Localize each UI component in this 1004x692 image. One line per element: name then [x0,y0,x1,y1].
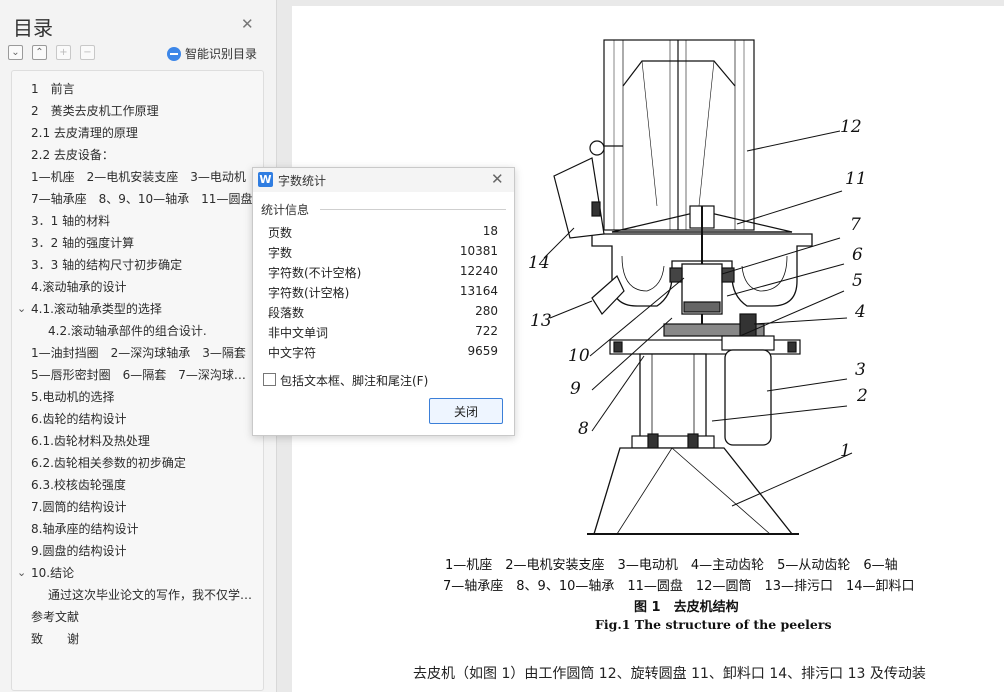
stat-value: 12240 [459,264,498,278]
chevron-down-icon[interactable]: ⌄ [17,562,26,584]
stat-row: 字数 10381 [268,244,498,264]
close-button[interactable]: 关闭 [429,398,503,424]
stat-value: 722 [475,324,498,338]
toc-item[interactable]: 6.2.齿轮相关参数的初步确定 [31,452,256,474]
part-number-6: 6 [852,245,863,265]
toc-item[interactable]: 参考文献 [31,606,256,628]
body-paragraph: 去皮机（如图 1）由工作圆筒 12、旋转圆盘 11、卸料口 14、排污口 13 … [413,666,926,682]
smart-toc-icon [167,46,181,61]
stat-row: 非中文单词 722 [268,324,498,344]
toc-item-label: 4.1.滚动轴承类型的选择 [31,302,162,316]
part-number-11: 11 [845,169,867,189]
toc-item[interactable]: 2 蒉类去皮机工作原理 [31,100,256,122]
stat-value: 10381 [459,244,498,258]
figure-caption-cn: 图 1 去皮机结构 [634,600,739,615]
smart-toc-label: 智能识别目录 [185,47,258,61]
toc-item[interactable]: 6.3.校核齿轮强度 [31,474,256,496]
toc-item[interactable]: 1 前言 [31,78,256,100]
part-number-2: 2 [856,386,868,406]
drawing-cylinder [603,39,755,231]
include-textboxes-checkbox[interactable] [263,373,276,386]
part-number-8: 8 [578,419,589,439]
part-number-3: 3 [855,360,866,380]
toc-item[interactable]: 4.滚动轴承的设计 [31,276,256,298]
stat-value: 280 [475,304,498,318]
close-icon[interactable]: ✕ [241,15,254,33]
expand-all-icon[interactable]: ⌃ [32,45,47,60]
toc-item[interactable]: 2.2 去皮设备： [31,144,256,166]
stat-label: 字符数(计空格) [268,286,350,300]
toc-item[interactable]: 3．1 轴的材料 [31,210,256,232]
toc-item-label: 10.结论 [31,566,75,580]
add-icon[interactable]: + [56,45,71,60]
toc-item[interactable]: 通过这次毕业论文的写作，我不仅学到了很多 [48,584,256,606]
toc-item[interactable]: ⌄ 10.结论 [17,562,256,584]
stat-value: 9659 [467,344,498,358]
toc-item[interactable]: 5—唇形密封圈 6—隔套 7—深沟球轴承 [31,364,256,386]
part-number-1: 1 [840,441,851,461]
part-number-7: 7 [850,215,861,235]
part-number-14: 14 [528,253,550,273]
dialog-titlebar[interactable]: W 字数统计 ✕ [253,168,514,192]
part-number-5: 5 [852,271,863,291]
stat-row: 中文字符 9659 [268,344,498,364]
figure-legend-line-2: 7—轴承座 8、9、10—轴承 11—圆盘 12—圆筒 13—排污口 14—卸料… [443,579,915,594]
smart-toc-button[interactable]: 智能识别目录 [167,45,257,62]
stat-label: 中文字符 [268,346,317,360]
stat-row: 字符数(不计空格) 12240 [268,264,498,284]
stats-section-title: 统计信息 [261,203,310,217]
toc-item[interactable]: 致 谢 [31,628,256,650]
wps-logo-icon: W [258,172,273,187]
toc-item[interactable]: 4.2.滚动轴承部件的组合设计. [48,320,256,342]
toc-item[interactable]: 6.1.齿轮材料及热处理 [31,430,256,452]
toc-item[interactable]: 1—机座 2—电机安装支座 3—电动机 [31,166,256,188]
part-number-13: 13 [530,311,552,331]
stat-label: 非中文单词 [268,326,329,340]
stat-row: 字符数(计空格) 13164 [268,284,498,304]
toc-item[interactable]: 9.圆盘的结构设计 [31,540,256,562]
remove-icon[interactable]: − [80,45,95,60]
word-count-dialog: W 字数统计 ✕ 统计信息 页数 18 字数 10381 字符数(不计空格) 1… [252,167,515,436]
toc-item[interactable]: 2.1 去皮清理的原理 [31,122,256,144]
include-textboxes-label[interactable]: 包括文本框、脚注和尾注(F) [280,372,428,389]
toc-item[interactable]: 5.电动机的选择 [31,386,256,408]
toc-item[interactable]: 3．2 轴的强度计算 [31,232,256,254]
stat-label: 段落数 [268,306,305,320]
part-number-9: 9 [570,379,581,399]
chevron-down-icon[interactable]: ⌄ [17,298,26,320]
toc-item[interactable]: 1—油封挡圈 2—深沟球轴承 3—隔套 [31,342,256,364]
stat-label: 字数 [268,246,293,260]
toc-list: 1 前言 2 蒉类去皮机工作原理 2.1 去皮清理的原理 2.2 去皮设备： 1… [11,70,264,691]
stat-row: 段落数 280 [268,304,498,324]
close-icon[interactable]: ✕ [491,170,504,188]
toc-item[interactable]: ⌄ 4.1.滚动轴承类型的选择 [17,298,256,320]
toc-title: 目录 [13,16,53,40]
figure-legend-line-1: 1—机座 2—电机安装支座 3—电动机 4—主动齿轮 5—从动齿轮 6—轴 [445,558,898,573]
section-divider [320,209,506,210]
toc-item[interactable]: 7—轴承座 8、9、10—轴承 11—圆盘 [31,188,256,210]
toc-toolbar: ⌄ ⌃ + − [8,45,95,60]
figure-caption-en: Fig.1 The structure of the peelers [595,617,832,632]
dialog-title: 字数统计 [278,174,327,188]
toc-item[interactable]: 8.轴承座的结构设计 [31,518,256,540]
part-number-10: 10 [568,346,590,366]
toc-item[interactable]: 6.齿轮的结构设计 [31,408,256,430]
stat-row: 页数 18 [268,224,498,244]
toc-item[interactable]: 3．3 轴的结构尺寸初步确定 [31,254,256,276]
stat-label: 页数 [268,226,293,240]
part-number-4: 4 [854,302,866,322]
stat-label: 字符数(不计空格) [268,266,362,280]
part-number-12: 12 [840,117,862,137]
toc-item[interactable]: 7.圆筒的结构设计 [31,496,256,518]
toc-panel: 目录 ✕ ⌄ ⌃ + − 智能识别目录 1 前言 2 蒉类去皮机工作原理 2.1… [0,0,277,692]
collapse-all-icon[interactable]: ⌄ [8,45,23,60]
stat-value: 18 [482,224,498,238]
stat-value: 13164 [459,284,498,298]
